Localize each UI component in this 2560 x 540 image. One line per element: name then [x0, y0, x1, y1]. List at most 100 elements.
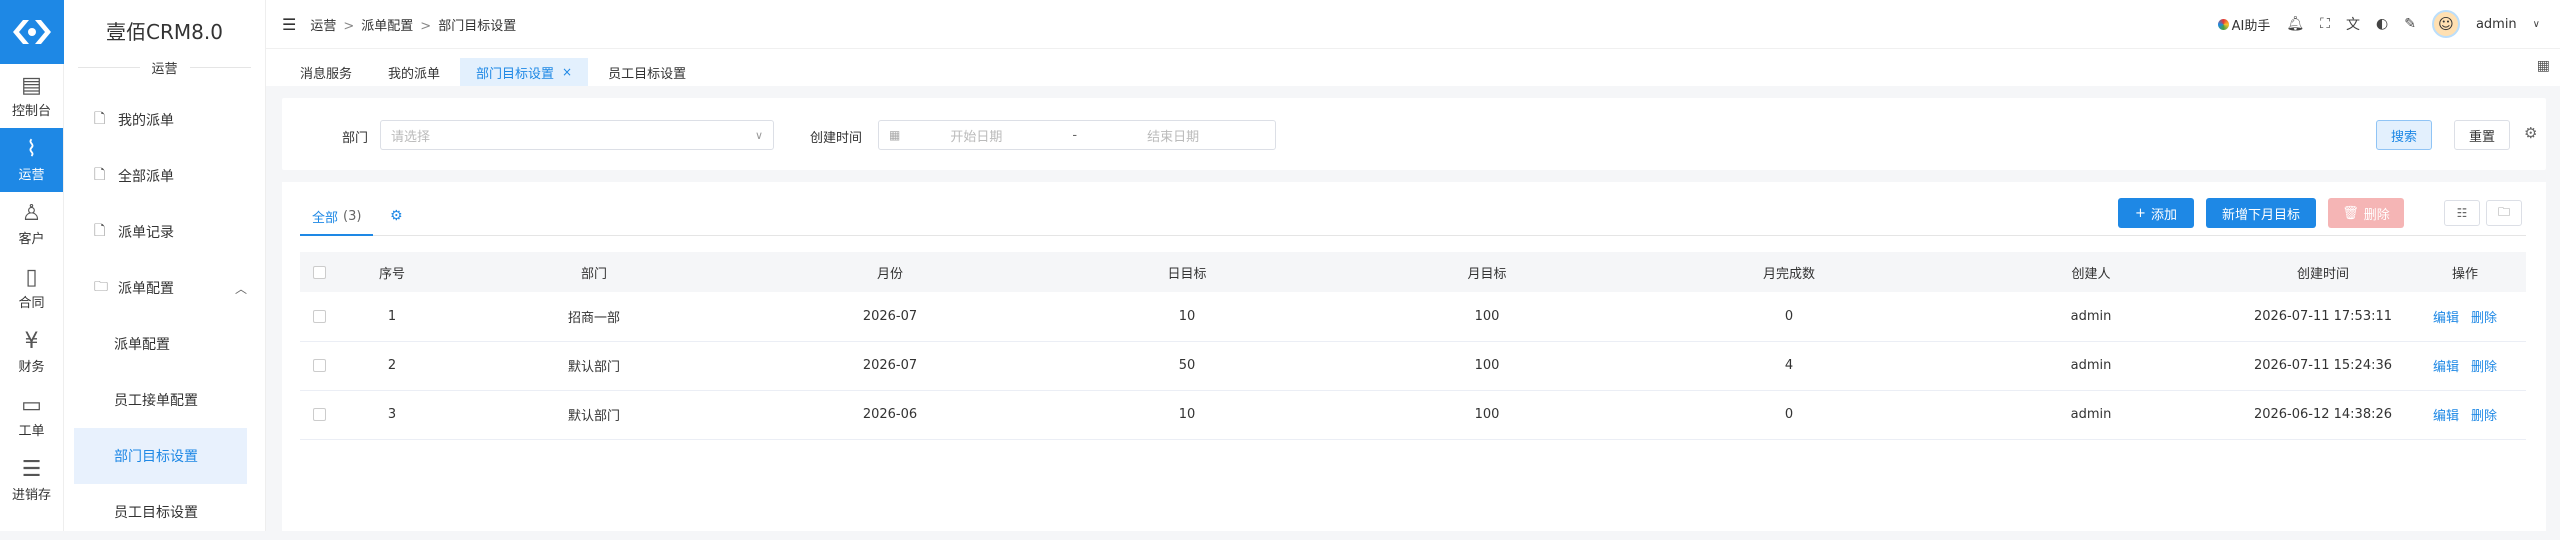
rail-item-finance[interactable]: ¥ 财务	[0, 320, 63, 384]
tab-label: 我的派单	[388, 66, 441, 82]
page-tabs: 消息服务 我的派单 部门目标设置 × 员工目标设置	[266, 48, 2560, 86]
filter-panel: 部门 请选择 ∨ 创建时间 ▦ 开始日期 - 结束日期 搜索 重置 ⚙	[282, 98, 2546, 170]
translate-icon[interactable]: 文	[2346, 14, 2360, 34]
header-checkbox-cell	[300, 252, 338, 292]
cell-creator: admin	[1940, 390, 2242, 440]
ai-assistant-button[interactable]: AI助手	[2217, 15, 2270, 34]
avatar[interactable]: ☺	[2431, 10, 2460, 38]
dept-label: 部门	[342, 131, 369, 146]
delete-link[interactable]: 删除	[2471, 409, 2497, 424]
add-button[interactable]: + 添加	[2118, 198, 2194, 228]
sidebar-item-label: 派单记录	[118, 225, 174, 241]
cell-dept: 招商一部	[446, 292, 742, 342]
rail-item-inventory[interactable]: ☰ 进销存	[0, 448, 63, 512]
sidebar-subitem-dispatch-config[interactable]: 派单配置	[64, 316, 265, 372]
cell-month: 2026-07	[742, 292, 1038, 342]
file-icon: 🗋	[94, 167, 106, 183]
breadcrumb-item[interactable]: 运营	[310, 19, 336, 34]
reset-button[interactable]: 重置	[2454, 120, 2510, 150]
cell-index: 1	[338, 292, 446, 342]
logo[interactable]	[0, 0, 64, 64]
column-header: 月份	[742, 252, 1038, 292]
table-row: 1 招商一部 2026-07 10 100 0 admin 2026-07-11…	[300, 292, 2526, 342]
user-icon: ♙	[21, 200, 42, 226]
tab-my-dispatch[interactable]: 我的派单	[372, 58, 456, 86]
section-title: 运营	[151, 61, 178, 77]
file-icon: 🗋	[94, 223, 106, 239]
rail-item-label: 财务	[18, 359, 45, 375]
breadcrumb-separator: >	[420, 18, 432, 34]
sidebar-subitem-dept-target[interactable]: 部门目标设置	[74, 428, 247, 484]
delete-link[interactable]: 删除	[2471, 360, 2497, 375]
palette-icon[interactable]: ◐	[2376, 16, 2388, 32]
date-range-picker[interactable]: ▦ 开始日期 - 结束日期	[878, 120, 1276, 150]
menu-toggle-icon[interactable]: ☰	[282, 15, 296, 34]
edit-link[interactable]: 编辑	[2433, 360, 2459, 375]
cell-actions: 编辑 删除	[2404, 292, 2526, 342]
brand-title: 壹佰CRM8.0	[106, 19, 223, 44]
rail-item-ticket[interactable]: ▭ 工单	[0, 384, 63, 448]
sidebar-item-dispatch-config[interactable]: 🗀 派单配置 ︿	[64, 260, 265, 316]
fullscreen-icon[interactable]: ⛶	[2320, 16, 2330, 32]
cell-index: 2	[338, 341, 446, 391]
rail-item-dashboard[interactable]: ▤ 控制台	[0, 64, 63, 128]
dept-select[interactable]: 请选择 ∨	[380, 120, 774, 150]
delete-button[interactable]: 🗑︎ 删除	[2328, 198, 2404, 228]
cell-created-time: 2026-07-11 17:53:11	[2242, 292, 2404, 342]
sidebar: 壹佰CRM8.0 运营 🗋 我的派单 🗋 全部派单 🗋 派单记录 🗀 派单配置 ︿ 派单配…	[64, 0, 266, 531]
tab-message-service[interactable]: 消息服务	[284, 58, 368, 86]
edit-link[interactable]: 编辑	[2433, 409, 2459, 424]
sidebar-subitem-employee-target[interactable]: 员工目标设置	[64, 484, 265, 540]
tab-dept-target[interactable]: 部门目标设置 ×	[460, 58, 589, 86]
add-next-month-button[interactable]: 新增下月目标	[2206, 198, 2316, 228]
search-button[interactable]: 搜索	[2376, 120, 2432, 150]
theme-icon[interactable]: ✎	[2404, 16, 2416, 32]
user-name[interactable]: admin	[2476, 17, 2517, 32]
gear-icon[interactable]: ⚙	[390, 208, 403, 224]
sidebar-subitem-label: 部门目标设置	[114, 449, 198, 465]
row-checkbox[interactable]	[312, 408, 326, 421]
folder-icon[interactable]: 🗀	[2486, 200, 2522, 226]
end-date-input[interactable]: 结束日期	[1147, 126, 1199, 145]
grid-icon[interactable]: ▦	[2537, 58, 2550, 74]
cell-actions: 编辑 删除	[2404, 341, 2526, 391]
bell-icon[interactable]: 🔔︎	[2286, 16, 2304, 32]
tab-employee-target[interactable]: 员工目标设置	[592, 58, 702, 86]
row-checkbox[interactable]	[312, 309, 326, 323]
cell-month-target: 100	[1336, 390, 1638, 440]
breadcrumb-item[interactable]: 派单配置	[361, 19, 413, 34]
column-header: 创建人	[1940, 252, 2242, 292]
column-header: 创建时间	[2242, 252, 2404, 292]
target-table: 序号 部门 月份 日目标 月目标 月完成数 创建人 创建时间 操作 1 招商一部…	[300, 252, 2526, 440]
sidebar-subitem-employee-config[interactable]: 员工接单配置	[64, 372, 265, 428]
rail-item-contract[interactable]: ▯ 合同	[0, 256, 63, 320]
sidebar-item-all-dispatch[interactable]: 🗋 全部派单	[64, 148, 265, 204]
close-icon[interactable]: ×	[562, 65, 572, 79]
cell-completed: 0	[1638, 292, 1940, 342]
rail-item-customer[interactable]: ♙ 客户	[0, 192, 63, 256]
row-checkbox-cell	[300, 341, 338, 391]
chevron-down-icon[interactable]: ∨	[2533, 19, 2540, 30]
delete-link[interactable]: 删除	[2471, 311, 2497, 326]
row-checkbox[interactable]	[312, 359, 326, 372]
tab-all[interactable]: 全部 (3)	[300, 198, 374, 236]
sidebar-subitem-label: 员工目标设置	[114, 505, 198, 521]
cell-creator: admin	[1940, 292, 2242, 342]
calendar-icon: ▦	[889, 128, 901, 142]
top-bar: ☰ 运营 > 派单配置 > 部门目标设置 AI助手 🔔︎ ⛶ 文 ◐ ✎ ☺ admin…	[266, 0, 2560, 48]
settings-icon[interactable]: ⚙	[2524, 124, 2537, 142]
cell-month: 2026-07	[742, 341, 1038, 391]
list-panel: 全部 (3) ⚙ + 添加 新增下月目标 🗑︎ 删除 ☷ 🗀 序号 部门 月份 日目标…	[282, 182, 2546, 531]
edit-link[interactable]: 编辑	[2433, 311, 2459, 326]
top-right-tools: AI助手 🔔︎ ⛶ 文 ◐ ✎ ☺ admin ∨	[2217, 10, 2540, 38]
tab-label: 消息服务	[300, 66, 353, 82]
dashboard-icon: ▤	[21, 72, 42, 98]
cell-created-time: 2026-07-11 15:24:36	[2242, 341, 2404, 391]
column-settings-icon[interactable]: ☷	[2444, 200, 2480, 226]
select-all-checkbox[interactable]	[312, 265, 326, 279]
rail-item-operations[interactable]: ⌇ 运营	[0, 128, 63, 192]
sidebar-item-my-dispatch[interactable]: 🗋 我的派单	[64, 92, 265, 148]
start-date-input[interactable]: 开始日期	[950, 126, 1002, 145]
tab-label: 全部	[312, 210, 339, 226]
sidebar-item-dispatch-log[interactable]: 🗋 派单记录	[64, 204, 265, 260]
